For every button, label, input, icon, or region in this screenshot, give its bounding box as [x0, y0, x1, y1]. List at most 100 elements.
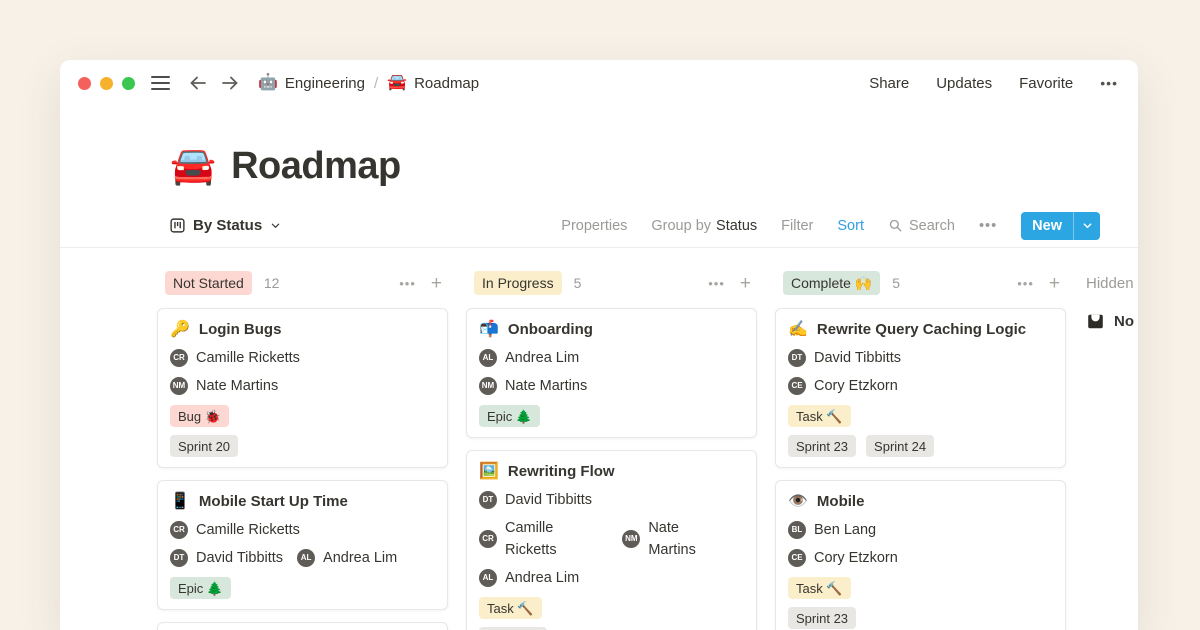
- framed-picture-icon: 🖼️: [479, 464, 499, 480]
- avatar: CR: [479, 530, 497, 548]
- share-button[interactable]: Share: [869, 75, 909, 92]
- view-more-icon[interactable]: •••: [979, 218, 997, 234]
- card-people-row: CECory Etzkorn: [788, 547, 1053, 569]
- avatar: AL: [297, 549, 315, 567]
- car-icon: 🚘: [387, 75, 407, 91]
- card-title-text: Rewriting Flow: [508, 461, 615, 483]
- card-onboarding[interactable]: 📬OnboardingALAndrea LimNMNate MartinsEpi…: [466, 308, 757, 438]
- column-not-started: Not Started 12 ••• + 🔑 Login Bugs CRCamille Ri…: [157, 270, 448, 630]
- breadcrumb-page[interactable]: 🚘 Roadmap: [387, 75, 479, 92]
- breadcrumb-workspace-label: Engineering: [285, 75, 365, 92]
- tag-epic: Epic 🌲: [479, 405, 540, 427]
- column-count: 12: [264, 275, 280, 291]
- tag-bug: Bug 🐞: [170, 405, 229, 427]
- close-window-button[interactable]: [78, 77, 91, 90]
- properties-button[interactable]: Properties: [561, 218, 627, 234]
- tag-epic: Epic 🌲: [170, 577, 231, 599]
- person-name: David Tibbitts: [814, 347, 901, 369]
- sort-button[interactable]: Sort: [837, 218, 864, 234]
- column-header: Not Started 12 ••• +: [157, 270, 448, 296]
- card-title: ✍️Rewrite Query Caching Logic: [788, 319, 1053, 341]
- window-topbar: 🤖 Engineering / 🚘 Roadmap Share Updates …: [60, 60, 1138, 106]
- person-name: Camille Ricketts: [196, 519, 300, 541]
- person-nate-martins: NMNate Martins: [170, 375, 278, 397]
- search-button[interactable]: Search: [888, 218, 955, 234]
- new-button-label: New: [1021, 212, 1073, 240]
- card-mobile-start-up-time[interactable]: 📱 Mobile Start Up Time CRCamille Ricketts D…: [157, 480, 448, 610]
- more-options-icon[interactable]: •••: [1100, 75, 1118, 91]
- card-mobile[interactable]: 👁️MobileBLBen LangCECory EtzkornTask 🔨Sp…: [775, 480, 1066, 630]
- avatar: AL: [479, 569, 497, 587]
- smartphone-icon: 📱: [170, 494, 190, 510]
- hidden-group-label: No: [1114, 313, 1134, 330]
- column-count: 5: [574, 275, 582, 291]
- card-people-row: ALAndrea Lim: [479, 347, 744, 369]
- card-people-row: NMNate Martins: [479, 375, 744, 397]
- updates-button[interactable]: Updates: [936, 75, 992, 92]
- card-rewriting-flow[interactable]: 🖼️ Rewriting Flow DT David Tibbitts CR Camill…: [466, 450, 757, 630]
- tag-task: Task 🔨: [479, 597, 542, 619]
- card-error-codes[interactable]: ‼️Error Codes: [157, 622, 448, 630]
- card-people-row: CECory Etzkorn: [788, 375, 1053, 397]
- avatar: DT: [170, 549, 188, 567]
- filter-button[interactable]: Filter: [781, 218, 813, 234]
- favorite-button[interactable]: Favorite: [1019, 75, 1073, 92]
- column-status-badge: Not Started: [165, 271, 252, 295]
- breadcrumb: 🤖 Engineering / 🚘 Roadmap: [258, 75, 479, 92]
- robot-icon: 🤖: [258, 75, 278, 91]
- card-title-text: Mobile: [817, 491, 865, 513]
- card-tag-row: Sprint 23Sprint 24: [788, 435, 1053, 457]
- avatar: CE: [788, 549, 806, 567]
- column-actions: ••• +: [1017, 274, 1060, 293]
- person-name: David Tibbitts: [505, 489, 592, 511]
- key-icon: 🔑: [170, 322, 190, 338]
- person-cory-etzkorn: CECory Etzkorn: [788, 375, 898, 397]
- add-card-icon[interactable]: +: [431, 274, 442, 293]
- person-david-tibbitts: DT David Tibbitts: [788, 347, 901, 369]
- avatar: NM: [170, 377, 188, 395]
- group-by-button[interactable]: Group by Status: [651, 218, 757, 234]
- card-title: 🖼️ Rewriting Flow: [479, 461, 744, 483]
- add-card-icon[interactable]: +: [1049, 274, 1060, 293]
- person-name: Camille Ricketts: [196, 347, 300, 369]
- hidden-group-no-status[interactable]: No: [1084, 312, 1138, 331]
- breadcrumb-page-label: Roadmap: [414, 75, 479, 92]
- person-name: Nate Martins: [505, 375, 587, 397]
- avatar: AL: [479, 349, 497, 367]
- column-more-icon[interactable]: •••: [708, 276, 725, 291]
- chevron-down-icon: [1082, 220, 1093, 231]
- forward-arrow-icon[interactable]: [220, 73, 240, 93]
- group-by-value: Status: [716, 218, 757, 234]
- card-people-row: DT David Tibbitts: [479, 489, 744, 511]
- breadcrumb-workspace[interactable]: 🤖 Engineering: [258, 75, 365, 92]
- new-button[interactable]: New: [1021, 212, 1100, 240]
- avatar: DT: [479, 491, 497, 509]
- column-more-icon[interactable]: •••: [399, 276, 416, 291]
- card-tag-row: Task 🔨: [788, 577, 1053, 599]
- column-more-icon[interactable]: •••: [1017, 276, 1034, 291]
- sidebar-menu-icon[interactable]: [151, 76, 170, 90]
- card-title: 📱 Mobile Start Up Time: [170, 491, 435, 513]
- add-card-icon[interactable]: +: [740, 274, 751, 293]
- back-arrow-icon[interactable]: [188, 73, 208, 93]
- person-name: Nate Martins: [648, 517, 730, 561]
- column-header: In Progress5•••+: [466, 270, 757, 296]
- card-login-bugs[interactable]: 🔑Login BugsCRCamille RickettsNMNate Mart…: [157, 308, 448, 468]
- card-tag-row: Bug 🐞: [170, 405, 435, 427]
- card-rewrite-query-caching-logic[interactable]: ✍️Rewrite Query Caching Logic DT David Tib…: [775, 308, 1066, 468]
- avatar: CE: [788, 377, 806, 395]
- minimize-window-button[interactable]: [100, 77, 113, 90]
- person-name: Ben Lang: [814, 519, 876, 541]
- card-tag-row: Sprint 20: [170, 435, 435, 457]
- board-view-icon: [170, 218, 185, 233]
- person-name: Camille Ricketts: [505, 517, 608, 561]
- writing-hand-icon: ✍️: [788, 322, 808, 338]
- breadcrumb-separator: /: [374, 75, 378, 92]
- card-title-text: Mobile Start Up Time: [199, 491, 348, 513]
- card-title-text: Login Bugs: [199, 319, 282, 341]
- view-switcher[interactable]: By Status: [170, 217, 281, 234]
- card-people-row: CRCamille Ricketts: [170, 519, 435, 541]
- avatar: DT: [788, 349, 806, 367]
- zoom-window-button[interactable]: [122, 77, 135, 90]
- new-dropdown-button[interactable]: [1074, 212, 1100, 240]
